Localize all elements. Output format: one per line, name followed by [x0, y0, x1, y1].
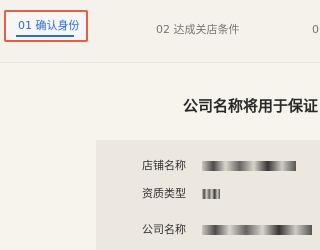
shop-info-card: 店铺名称 资质类型 公司名称	[96, 140, 320, 250]
step-3-label: 0	[312, 23, 319, 36]
step-confirm-identity[interactable]: 01 确认身份	[4, 10, 88, 42]
redacted-value	[202, 161, 296, 171]
shop-name-label: 店铺名称	[142, 159, 186, 172]
step-2-label: 02 达成关店条件	[156, 23, 240, 36]
redacted-value	[202, 189, 220, 199]
company-name-label: 公司名称	[142, 223, 186, 236]
content-title: 公司名称将用于保证	[183, 97, 319, 115]
steps-bar: 01 确认身份 02 达成关店条件 0	[0, 0, 320, 62]
info-row-qualification-type: 资质类型	[142, 186, 220, 202]
steps-divider	[0, 62, 320, 63]
active-step-underline	[16, 35, 74, 37]
info-row-shop-name: 店铺名称	[142, 158, 296, 174]
qualification-type-label: 资质类型	[142, 187, 186, 200]
redacted-value	[202, 225, 312, 235]
step-meet-close-conditions[interactable]: 02 达成关店条件	[156, 21, 240, 39]
info-row-company-name: 公司名称	[142, 222, 312, 238]
step-1-label: 01 确认身份	[18, 19, 80, 32]
step-3[interactable]: 0	[312, 21, 319, 39]
